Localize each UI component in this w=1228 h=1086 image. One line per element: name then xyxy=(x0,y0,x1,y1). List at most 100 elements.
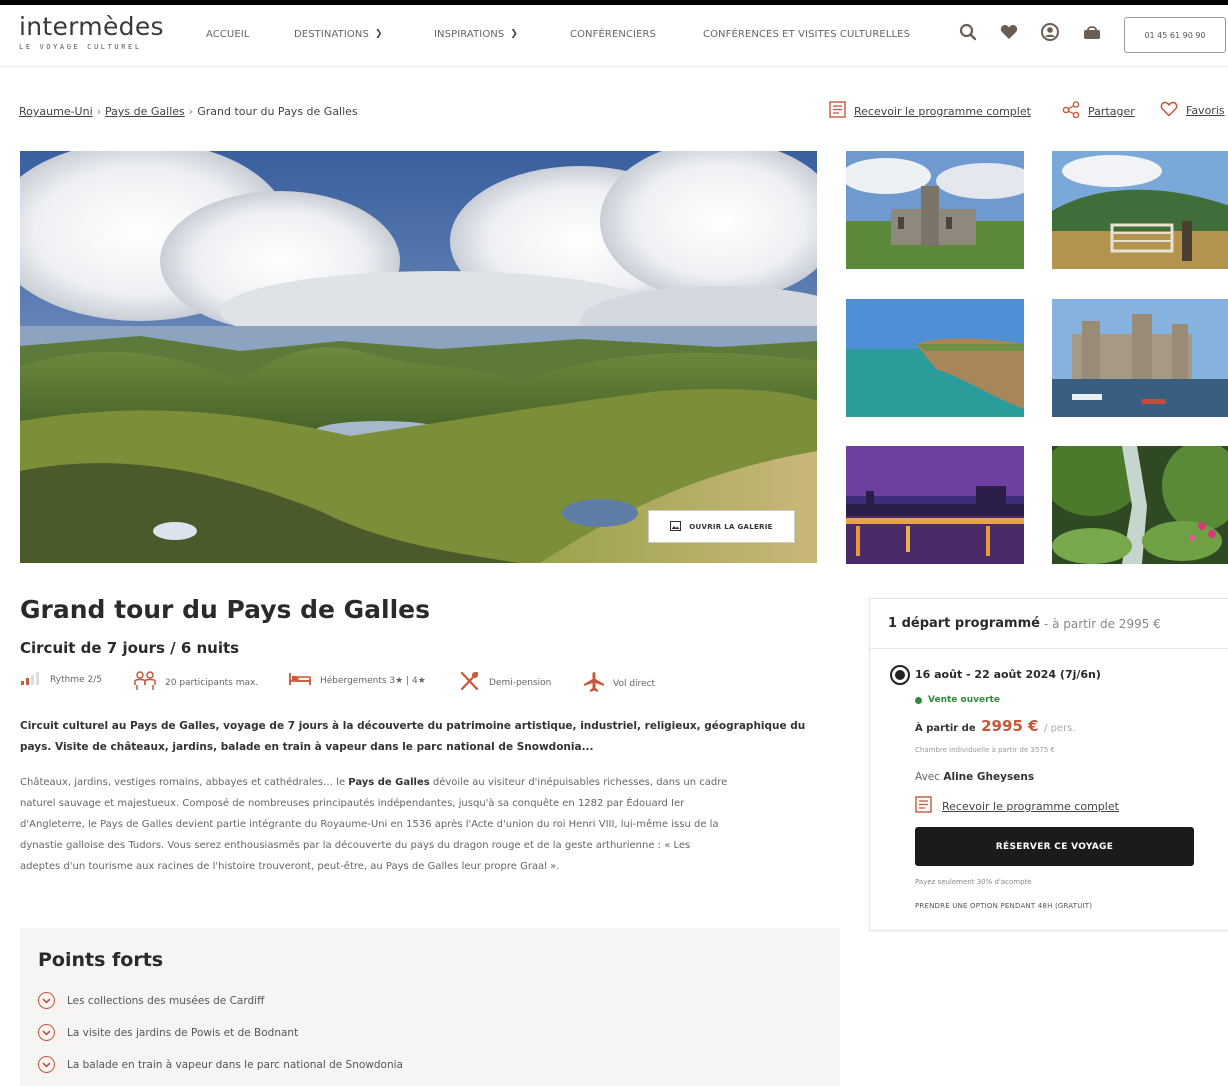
image-icon xyxy=(670,520,682,533)
breadcrumb-separator: › xyxy=(96,105,102,118)
departure-date[interactable]: 16 août - 22 août 2024 (7j/6n) xyxy=(915,668,1101,681)
highlights-section: Points forts Les collections des musées … xyxy=(20,928,840,1086)
action-label: Recevoir le programme complet xyxy=(854,104,1031,118)
action-label: Favoris xyxy=(1186,104,1225,117)
highlight-item: La balade en train à vapeur dans le parc… xyxy=(38,1056,403,1073)
plane-icon xyxy=(583,671,605,696)
nav-label: DESTINATIONS xyxy=(294,29,369,40)
breadcrumb: Royaume-Uni › Pays de Galles › Grand tour du… xyxy=(19,105,358,118)
page-title: Grand tour du Pays de Galles xyxy=(20,595,431,624)
breadcrumb-link[interactable]: Royaume-Uni xyxy=(19,105,93,118)
desc-line: naturel sauvage et majestueux. Composé d… xyxy=(20,798,685,809)
desc-line: dynastie galloise des Tudors. Vous serez… xyxy=(20,840,691,851)
highlight-label: Les collections des musées de Cardiff xyxy=(67,994,265,1007)
chevron-circle-icon xyxy=(38,992,55,1009)
share-icon xyxy=(1062,101,1080,121)
trip-duration: Circuit de 7 jours / 6 nuits xyxy=(20,639,240,657)
document-icon xyxy=(915,796,932,816)
departures-price: - à partir de 2995 € xyxy=(1043,616,1161,631)
logo-tagline: LE VOYAGE CULTUREL xyxy=(19,43,142,51)
booking-card-header: 1 départ programmé - à partir de 2995 € xyxy=(870,599,1228,649)
desc-line: Châteaux, jardins, vestiges romains, abb… xyxy=(20,772,840,793)
trip-description: Châteaux, jardins, vestiges romains, abb… xyxy=(20,772,840,877)
nav-label: CONFÉRENCIERS xyxy=(570,29,656,40)
hero-image[interactable] xyxy=(20,151,817,563)
departures-count: 1 départ programmé xyxy=(888,616,1040,631)
status-badge: Vente ouverte xyxy=(915,695,1000,705)
gallery-thumbnail-gate[interactable] xyxy=(1052,151,1228,269)
desc-text: dévoile au visiteur d'inépuisables riche… xyxy=(429,777,728,788)
price-line: À partir de 2995 € / pers. xyxy=(915,717,1076,735)
gallery-thumbnail-castle[interactable] xyxy=(1052,299,1228,417)
nav-accueil[interactable]: ACCUEIL xyxy=(206,29,250,40)
guide-line: Avec Aline Gheysens xyxy=(915,771,1034,783)
chevron-down-icon: ❯ xyxy=(510,29,518,39)
nav-inspirations[interactable]: INSPIRATIONS ❯ xyxy=(434,29,518,40)
highlight-label: La balade en train à vapeur dans le parc… xyxy=(67,1058,403,1071)
cutlery-icon xyxy=(459,671,481,694)
open-gallery-button[interactable]: OUVRIR LA GALERIE xyxy=(648,510,795,543)
guide-prefix: Avec xyxy=(915,771,941,783)
site-logo[interactable]: intermèdes LE VOYAGE CULTUREL xyxy=(19,12,164,52)
gallery-thumbnail-abbey[interactable] xyxy=(846,151,1024,269)
feature-label: 20 participants max. xyxy=(165,677,259,688)
desc-line: adeptes d'un tourisme aux racines de l'h… xyxy=(20,861,560,872)
basket-icon[interactable] xyxy=(1081,21,1103,43)
reserve-button[interactable]: RÉSERVER CE VOYAGE xyxy=(915,827,1194,866)
chevron-circle-icon xyxy=(38,1056,55,1073)
intro-line: pays. Visite de châteaux, jardins, balad… xyxy=(20,741,594,753)
feature-participants: 20 participants max. xyxy=(133,671,258,694)
chevron-down-icon: ❯ xyxy=(374,29,383,39)
feature-flight: Vol direct xyxy=(583,671,655,696)
feature-lodging: Hébergements 3★ | 4★ xyxy=(288,671,426,690)
status-dot-icon xyxy=(915,696,922,704)
highlight-item: La visite des jardins de Powis et de Bod… xyxy=(38,1024,298,1041)
gallery-thumbnail-coast[interactable] xyxy=(846,299,1024,417)
trip-intro: Circuit culturel au Pays de Galles, voya… xyxy=(20,716,835,758)
feature-label: Demi-pension xyxy=(489,677,552,688)
action-label: Partager xyxy=(1088,104,1135,118)
feature-label: Hébergements 3★ | 4★ xyxy=(320,675,426,686)
feature-meals: Demi-pension xyxy=(459,671,551,694)
breadcrumb-current: Grand tour du Pays de Galles xyxy=(197,105,358,118)
gallery-thumbnail-night-harbour[interactable] xyxy=(846,446,1024,564)
page: intermèdes LE VOYAGE CULTUREL ACCUEIL DE… xyxy=(0,5,1228,1086)
nav-conferences[interactable]: CONFÉRENCES ET VISITES CULTURELLES xyxy=(703,29,910,40)
gallery-thumbnail-garden[interactable] xyxy=(1052,446,1228,564)
breadcrumb-separator: › xyxy=(188,105,194,118)
feature-rhythm: Rythme 2/5 xyxy=(20,671,102,688)
logo-wordmark: intermèdes xyxy=(19,12,164,41)
nav-label: CONFÉRENCES ET VISITES CULTURELLES xyxy=(703,29,911,40)
feature-label: Vol direct xyxy=(613,678,656,689)
price-unit: / pers. xyxy=(1044,723,1076,734)
trip-features: Rythme 2/5 20 participants max. Hébergem… xyxy=(20,671,840,693)
share-link[interactable]: Partager xyxy=(1062,101,1135,121)
guide-name[interactable]: Aline Gheysens xyxy=(943,771,1034,783)
price-prefix: À partir de xyxy=(915,723,976,734)
card-program-link[interactable]: Recevoir le programme complet xyxy=(915,796,1119,816)
favorites-link[interactable]: Favoris xyxy=(1160,101,1225,120)
take-option-link[interactable]: PRENDRE UNE OPTION PENDANT 48H (GRATUIT) xyxy=(915,902,1092,910)
highlight-label: La visite des jardins de Powis et de Bod… xyxy=(67,1026,299,1039)
heart-outline-icon xyxy=(1160,101,1178,120)
deposit-note: Payez seulement 30% d'acompte xyxy=(915,878,1032,886)
bed-icon xyxy=(288,671,312,690)
departure-radio[interactable] xyxy=(890,665,910,685)
heart-icon[interactable] xyxy=(998,21,1020,43)
single-room-price: Chambre individuelle à partir de 3575 € xyxy=(915,746,1055,754)
nav-conferenciers[interactable]: CONFÉRENCIERS xyxy=(570,29,656,40)
nav-label: INSPIRATIONS xyxy=(434,29,505,40)
document-icon xyxy=(829,101,846,121)
search-icon[interactable] xyxy=(957,21,979,43)
group-icon xyxy=(133,671,157,694)
highlights-title: Points forts xyxy=(38,949,164,971)
breadcrumb-link[interactable]: Pays de Galles xyxy=(105,105,185,118)
receive-program-link[interactable]: Recevoir le programme complet xyxy=(829,101,1031,121)
nav-label: ACCUEIL xyxy=(206,29,250,40)
card-program-label: Recevoir le programme complet xyxy=(942,799,1119,813)
phone-button[interactable]: 01 45 61 90 90 xyxy=(1124,17,1226,53)
user-icon[interactable] xyxy=(1039,21,1061,43)
open-gallery-label: OUVRIR LA GALERIE xyxy=(689,522,773,531)
nav-destinations[interactable]: DESTINATIONS ❯ xyxy=(294,29,383,40)
intro-line: Circuit culturel au Pays de Galles, voya… xyxy=(20,720,806,732)
